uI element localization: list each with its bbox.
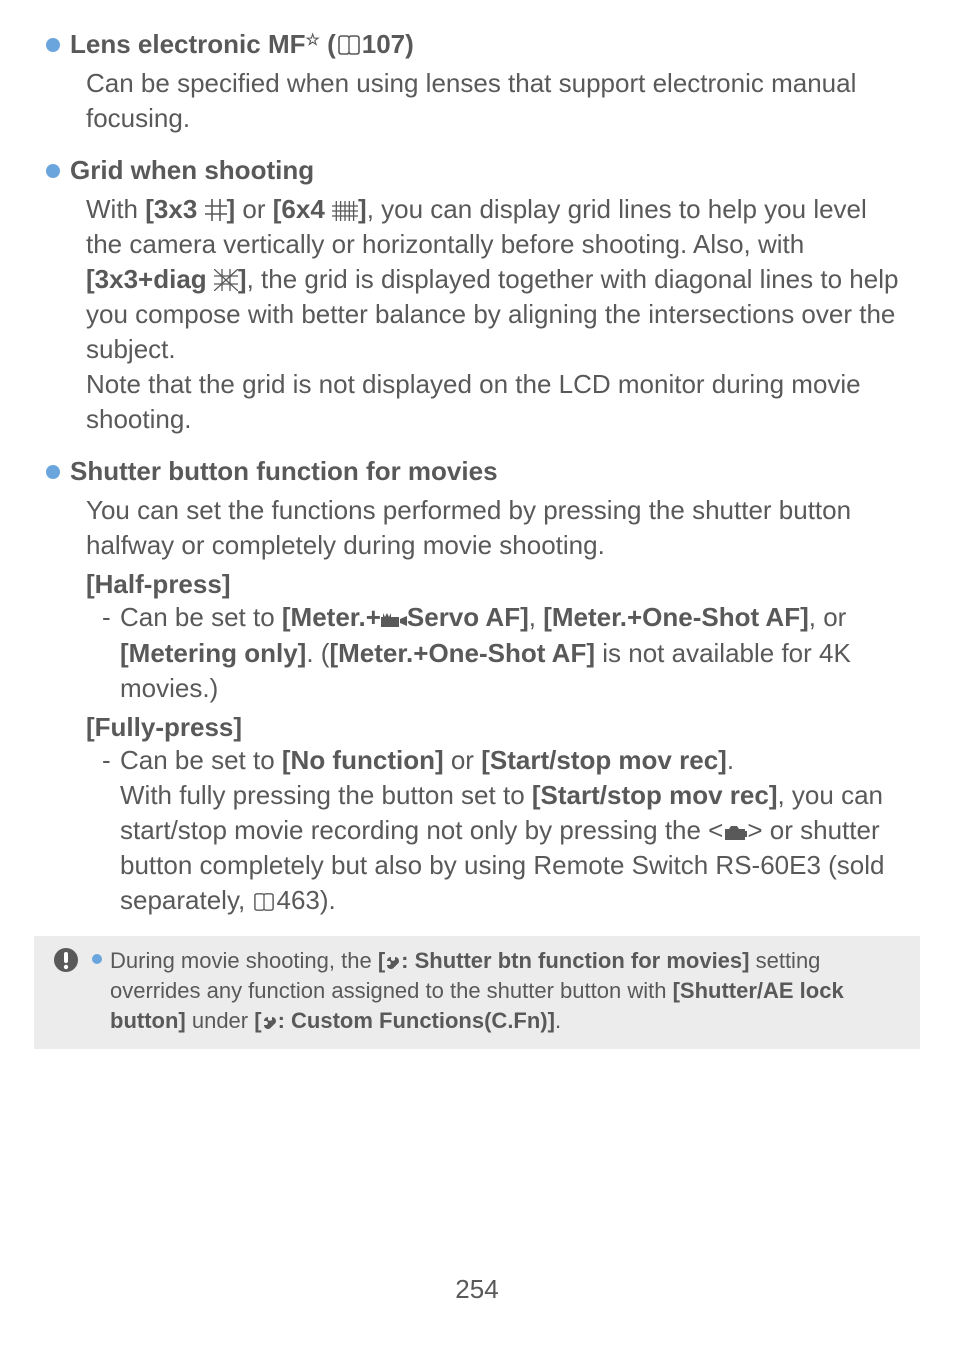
note-bullet-icon xyxy=(92,954,102,964)
section-lens-electronic-mf: Lens electronic MF☆ (107) Can be specifi… xyxy=(46,28,908,136)
body-grid-p2: Note that the grid is not displayed on t… xyxy=(86,367,908,437)
heading-shutter: Shutter button function for movies xyxy=(70,455,498,489)
body-grid-p1: With [3x3 ] or [6x4 ], you can display g… xyxy=(86,192,908,367)
subheading-fully-press: [Fully-press] xyxy=(86,712,908,743)
section-shutter-button: Shutter button function for movies You c… xyxy=(46,455,908,918)
subheading-half-press: [Half-press] xyxy=(86,569,908,600)
grid-6x4-icon xyxy=(332,201,358,221)
heading-grid: Grid when shooting xyxy=(70,154,314,188)
half-press-item: Can be set to [Meter.+Servo AF], [Meter.… xyxy=(102,600,908,705)
star-icon: ☆ xyxy=(306,32,320,49)
page-number: 254 xyxy=(0,1274,954,1305)
heading-lens-mf: Lens electronic MF☆ (107) xyxy=(70,28,414,62)
body-lens-mf: Can be specified when using lenses that … xyxy=(86,66,908,136)
bullet-icon xyxy=(46,164,60,178)
page-ref-icon xyxy=(252,892,276,912)
caution-note-box: During movie shooting, the [: Shutter bt… xyxy=(34,936,920,1049)
bullet-icon xyxy=(46,38,60,52)
body-shutter-intro: You can set the functions performed by p… xyxy=(86,493,908,563)
movie-servo-icon xyxy=(381,611,407,629)
note-text: During movie shooting, the [: Shutter bt… xyxy=(110,946,902,1035)
page-ref-icon xyxy=(336,34,362,56)
caution-icon xyxy=(52,946,80,974)
camera-icon xyxy=(723,824,747,842)
grid-diag-icon xyxy=(214,269,238,291)
section-grid-shooting: Grid when shooting With [3x3 ] or [6x4 ]… xyxy=(46,154,908,437)
wrench-icon xyxy=(385,955,401,971)
grid-3x3-icon xyxy=(205,199,227,221)
wrench-icon xyxy=(262,1015,278,1031)
bullet-icon xyxy=(46,465,60,479)
fully-press-item: Can be set to [No function] or [Start/st… xyxy=(102,743,908,918)
